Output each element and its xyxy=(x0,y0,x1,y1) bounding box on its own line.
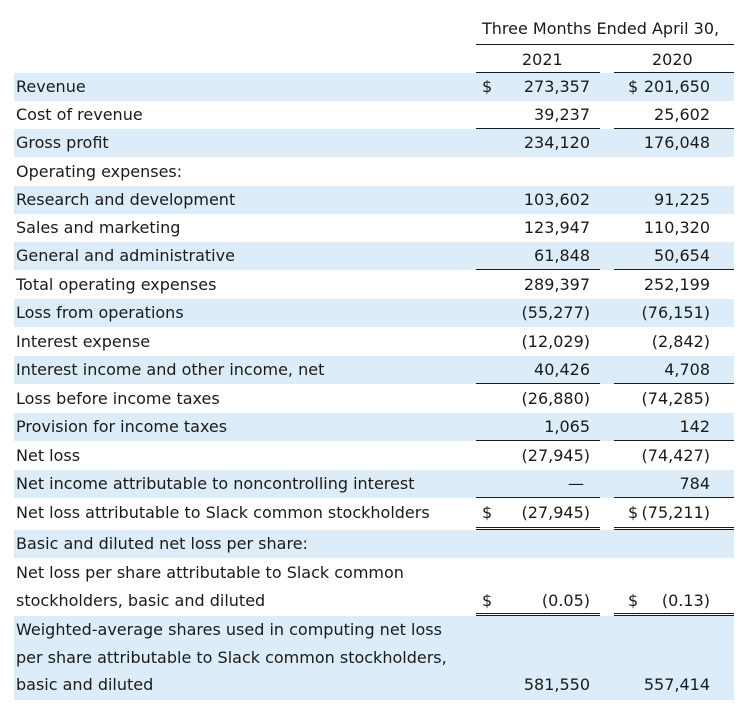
currency-symbol: $ xyxy=(628,591,639,610)
value-2020: 50,654 xyxy=(654,246,710,265)
value-2021: (27,945) xyxy=(521,446,590,465)
row-label-line-2: stockholders, basic and diluted xyxy=(16,591,266,610)
row-label: Basic and diluted net loss per share: xyxy=(16,534,308,553)
value-2021: 234,120 xyxy=(523,133,590,152)
currency-symbol: $ xyxy=(628,77,639,96)
row-label: Interest income and other income, net xyxy=(16,360,325,379)
value-2021: 123,947 xyxy=(523,218,590,237)
double-rule xyxy=(476,527,600,528)
table-row-per-share-heading: Basic and diluted net loss per share: xyxy=(14,530,734,558)
value-2021: 289,397 xyxy=(523,275,590,294)
row-label: Operating expenses: xyxy=(16,162,183,181)
table-row-weighted-average-shares: Weighted-average shares used in computin… xyxy=(14,616,734,700)
value-2020: 176,048 xyxy=(643,133,710,152)
value-2020: (74,427) xyxy=(641,446,710,465)
row-label: Research and development xyxy=(16,190,236,209)
table-row-revenue: Revenue $ 273,357 $ 201,650 xyxy=(14,73,734,101)
value-2020: 784 xyxy=(679,474,710,493)
currency-symbol: $ xyxy=(482,591,493,610)
double-rule xyxy=(614,613,734,614)
row-label: Revenue xyxy=(16,77,86,96)
table-row-total-operating-expenses: Total operating expenses 289,397 252,199 xyxy=(14,270,734,299)
table-row-interest-expense: Interest expense (12,029) (2,842) xyxy=(14,327,734,356)
table-row-net-loss-per-share: Net loss per share attributable to Slack… xyxy=(14,558,734,616)
value-2020: (2,842) xyxy=(651,332,710,351)
value-2021: 61,848 xyxy=(534,246,590,265)
value-2020: 201,650 xyxy=(643,77,710,96)
table-row-loss-from-operations: Loss from operations (55,277) (76,151) xyxy=(14,299,734,327)
row-label: Loss before income taxes xyxy=(16,389,220,408)
currency-symbol: $ xyxy=(482,77,493,96)
value-2021: (55,277) xyxy=(521,303,590,322)
table-row-operating-expenses-heading: Operating expenses: xyxy=(14,157,734,186)
value-2021: — xyxy=(568,474,584,493)
row-label-line-1: Net loss per share attributable to Slack… xyxy=(16,563,404,582)
double-rule xyxy=(476,613,600,614)
value-2021: 103,602 xyxy=(523,190,590,209)
value-2020: 557,414 xyxy=(643,675,710,694)
value-2020: 142 xyxy=(679,417,710,436)
value-2020: (75,211) xyxy=(641,503,710,522)
currency-symbol: $ xyxy=(482,503,493,522)
value-2020: 252,199 xyxy=(643,275,710,294)
row-label: Interest expense xyxy=(16,332,151,351)
period-header-rule xyxy=(476,44,734,45)
value-2020: (0.13) xyxy=(661,591,710,610)
value-2020: (74,285) xyxy=(641,389,710,408)
row-label: Net loss xyxy=(16,446,81,465)
row-label: Net loss attributable to Slack common st… xyxy=(16,503,430,522)
currency-symbol: $ xyxy=(628,503,639,522)
row-label-line-1: Weighted-average shares used in computin… xyxy=(16,620,442,639)
row-label-line-2: per share attributable to Slack common s… xyxy=(16,648,447,667)
row-label-line-3: basic and diluted xyxy=(16,675,154,694)
row-label: Sales and marketing xyxy=(16,218,181,237)
value-2021: 1,065 xyxy=(544,417,590,436)
row-label: Total operating expenses xyxy=(16,275,217,294)
row-label: Net income attributable to noncontrollin… xyxy=(16,474,415,493)
value-2021: 39,237 xyxy=(534,105,590,124)
row-label: Loss from operations xyxy=(16,303,184,322)
table-row-research-and-development: Research and development 103,602 91,225 xyxy=(14,186,734,214)
value-2021: (26,880) xyxy=(521,389,590,408)
value-2020: 91,225 xyxy=(654,190,710,209)
value-2021: (0.05) xyxy=(541,591,590,610)
table-row-general-and-administrative: General and administrative 61,848 50,654 xyxy=(14,242,734,270)
table-row-net-loss: Net loss (27,945) (74,427) xyxy=(14,441,734,470)
table-row-noncontrolling-interest: Net income attributable to noncontrollin… xyxy=(14,470,734,498)
value-2020: 4,708 xyxy=(664,360,710,379)
double-rule xyxy=(614,527,734,528)
value-2021: 40,426 xyxy=(534,360,590,379)
value-2020: 25,602 xyxy=(654,105,710,124)
value-2021: (27,945) xyxy=(521,503,590,522)
table-row-cost-of-revenue: Cost of revenue 39,237 25,602 xyxy=(14,101,734,129)
row-label: Cost of revenue xyxy=(16,105,143,124)
table-row-sales-and-marketing: Sales and marketing 123,947 110,320 xyxy=(14,214,734,242)
row-label: Gross profit xyxy=(16,133,109,152)
year-2020-header: 2020 xyxy=(652,50,693,69)
value-2020: 110,320 xyxy=(643,218,710,237)
value-2021: 581,550 xyxy=(523,675,590,694)
value-2021: 273,357 xyxy=(523,77,590,96)
table-row-interest-income: Interest income and other income, net 40… xyxy=(14,356,734,384)
value-2021: (12,029) xyxy=(521,332,590,351)
value-2020: (76,151) xyxy=(641,303,710,322)
table-row-provision-for-income-taxes: Provision for income taxes 1,065 142 xyxy=(14,413,734,441)
row-label: Provision for income taxes xyxy=(16,417,228,436)
table-row-gross-profit: Gross profit 234,120 176,048 xyxy=(14,129,734,157)
row-label: General and administrative xyxy=(16,246,235,265)
year-2021-header: 2021 xyxy=(522,50,563,69)
table-row-loss-before-income-taxes: Loss before income taxes (26,880) (74,28… xyxy=(14,384,734,413)
period-header: Three Months Ended April 30, xyxy=(482,19,720,38)
table-row-net-loss-attributable: Net loss attributable to Slack common st… xyxy=(14,498,734,530)
